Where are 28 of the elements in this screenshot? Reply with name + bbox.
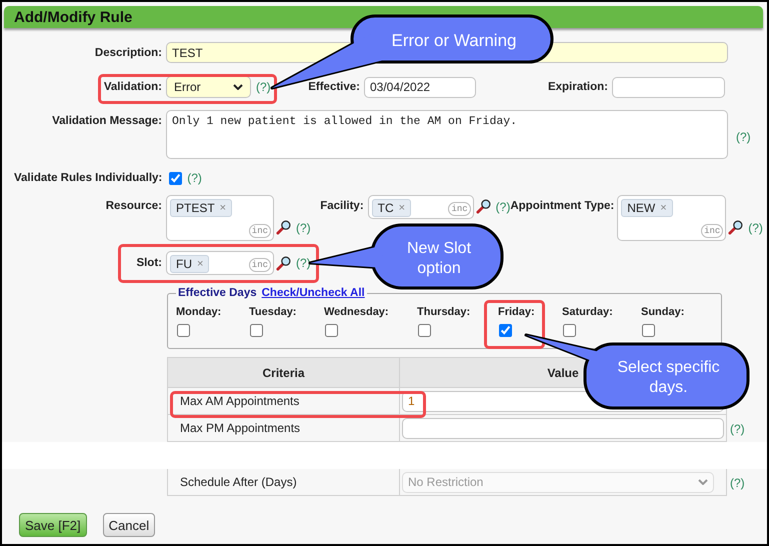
field-label: Facility: [319,199,365,212]
day-label: Monday: [176,306,222,318]
field-label: Slot: [135,257,163,269]
callout-text: New Slot option [406,238,472,278]
table-cell: Max AM Appointments [167,388,400,415]
field-label: Expiration: [546,81,609,93]
field-label: Description: [94,46,163,58]
field-label: Effective: [307,81,361,93]
field-label: Validate Rules Individually: [13,172,164,184]
day-label: Saturday: [562,306,613,318]
window-title: Add/Modify Rule [14,8,132,26]
tag-label: NEW [627,201,656,215]
day-label: Thursday: [417,306,470,318]
day-label: Wednesday: [324,306,389,318]
table-cell: Schedule After (Days) [167,469,400,496]
day-label: Tuesday: [249,306,296,318]
tag-label: PTEST [176,201,215,215]
tag-label: FU [176,257,192,271]
field-label: Validation: [102,81,163,93]
field-label: Appointment Type: [510,199,616,212]
column-header: Criteria [167,357,400,388]
panel-legend: Effective Days [178,287,257,299]
field-label: Validation Message: [51,114,163,127]
tag-label: TC [378,201,394,215]
day-label: Sunday: [641,306,684,318]
field-label: Resource: [104,199,163,212]
callout-text: Error or Warning [391,30,516,52]
day-label: Friday: [498,306,535,318]
